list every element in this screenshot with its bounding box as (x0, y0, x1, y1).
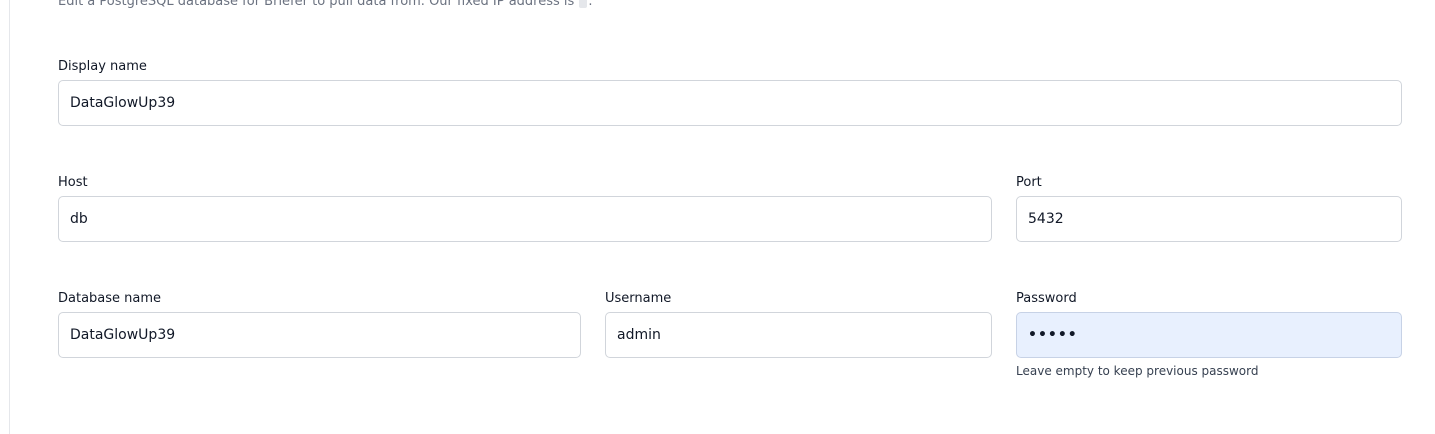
port-label: Port (1016, 175, 1042, 190)
form-description-text: Edit a PostgreSQL database for Briefer t… (58, 0, 575, 9)
database-name-label: Database name (58, 291, 162, 306)
form-description-suffix: . (588, 0, 593, 9)
port-field: Port (1016, 175, 1402, 243)
host-field: Host (58, 175, 992, 243)
host-label: Host (58, 175, 88, 190)
database-name-input[interactable] (58, 312, 581, 358)
display-name-label: Display name (58, 59, 147, 74)
username-label: Username (605, 291, 672, 306)
password-label: Password (1016, 291, 1077, 306)
left-sidebar-edge (0, 0, 10, 434)
username-input[interactable] (605, 312, 992, 358)
password-hint: Leave empty to keep previous password (1016, 364, 1259, 378)
display-name-input[interactable] (58, 80, 1402, 126)
password-field: Password Leave empty to keep previous pa… (1016, 291, 1402, 391)
host-input[interactable] (58, 196, 992, 242)
form-description: Edit a PostgreSQL database for Briefer t… (58, 0, 593, 9)
port-input[interactable] (1016, 196, 1402, 242)
ip-address-chip (579, 0, 588, 8)
display-name-field: Display name (58, 59, 1402, 127)
password-input[interactable] (1016, 312, 1402, 358)
database-name-field: Database name (58, 291, 581, 359)
username-field: Username (605, 291, 992, 359)
